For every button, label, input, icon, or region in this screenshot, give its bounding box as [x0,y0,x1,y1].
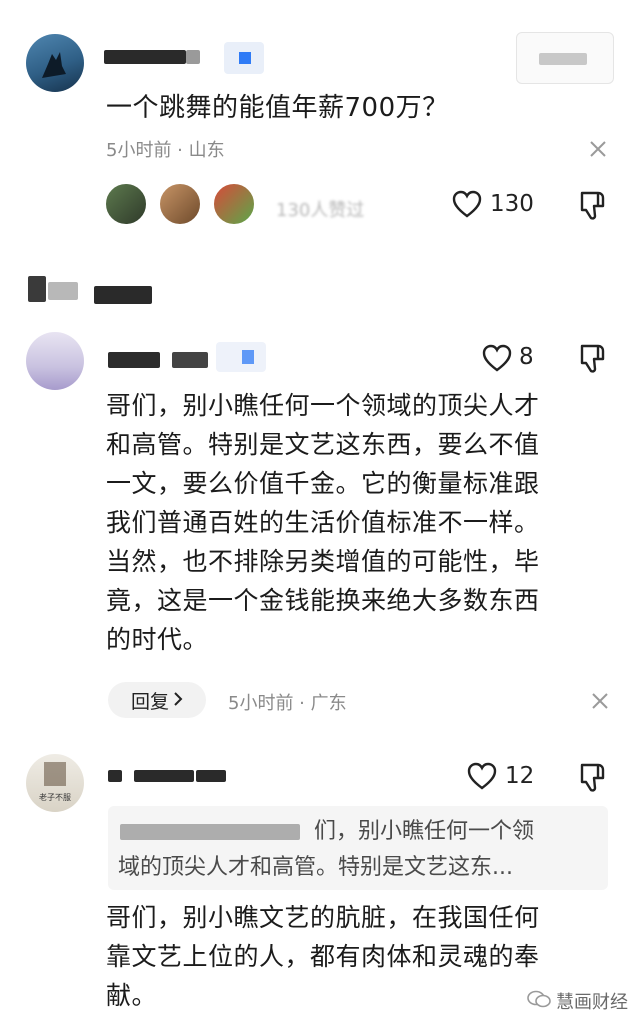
text-line: 靠文艺上位的人，都有肉体和灵魂的奉 [106,942,540,971]
user-badge [216,342,266,372]
reply-button[interactable]: 回复 [108,682,206,718]
comment-meta: 5小时前 · 山东 [106,140,225,161]
user-badge [224,42,264,74]
username-redacted[interactable] [108,770,122,782]
like-count: 130 [490,191,534,217]
quote-line: 域的顶尖人才和高管。特别是文艺这东... [118,855,513,880]
heart-icon[interactable] [452,190,482,218]
dislike-icon[interactable] [578,762,608,794]
redacted-block [94,286,152,304]
close-icon[interactable] [588,139,608,159]
redacted-block [28,276,46,302]
text-line: 哥们，别小瞧文艺的肮脏，在我国任何 [106,903,540,932]
watermark: 慧画财经 [526,988,628,1014]
text-line: 的时代。 [106,625,209,654]
comment-text: 哥们，别小瞧任何一个领域的顶尖人才 和高管。特别是文艺这东西，要么不值 一文，要… [106,386,626,659]
reply-button-label: 回复 [130,690,169,713]
username-redacted [172,352,208,368]
chevron-right-icon [173,689,183,711]
user-avatar[interactable]: 老子不服 [26,754,84,812]
text-line: 我们普通百姓的生活价值标准不一样。 [106,508,540,537]
close-icon[interactable] [590,691,610,711]
comment-meta: 5小时前 · 广东 [228,693,347,714]
text-line: 哥们，别小瞧任何一个领域的顶尖人才 [106,391,540,420]
quoted-username-redacted [120,824,300,840]
quote-line: 们，别小瞧任何一个领 [314,819,535,844]
text-line: 当然，也不排除另类增值的可能性，毕 [106,547,540,576]
wechat-icon [526,989,552,1013]
text-line: 一文，要么价值千金。它的衡量标准跟 [106,469,540,498]
like-count: 12 [505,763,535,789]
liker-avatars[interactable] [104,182,284,228]
username-redacted[interactable] [108,352,160,368]
user-avatar[interactable] [26,332,84,390]
dislike-icon[interactable] [578,343,608,375]
quoted-reply[interactable]: 们，别小瞧任何一个领 域的顶尖人才和高管。特别是文艺这东... [108,806,608,890]
heart-icon[interactable] [482,344,512,372]
liker-summary[interactable]: 130人赞过 [276,196,386,222]
user-avatar[interactable] [26,34,84,92]
liker-avatar [158,182,202,226]
dislike-icon[interactable] [578,190,608,222]
follow-button-redacted[interactable] [516,32,614,84]
username-redacted [134,770,194,782]
username-redacted[interactable] [104,50,186,64]
avatar-caption: 老子不服 [39,793,71,802]
redacted-block [48,282,78,300]
like-count: 8 [519,344,534,370]
heart-icon[interactable] [467,762,497,790]
watermark-text: 慧画财经 [556,992,628,1013]
username-redacted [186,50,200,64]
username-redacted [196,770,226,782]
liker-avatar [104,182,148,226]
text-line: 和高管。特别是文艺这东西，要么不值 [106,430,540,459]
liker-avatar [212,182,256,226]
text-line: 竟，这是一个金钱能换来绝大多数东西 [106,586,540,615]
comment-text: 一个跳舞的能值年薪700万？ [106,93,449,123]
